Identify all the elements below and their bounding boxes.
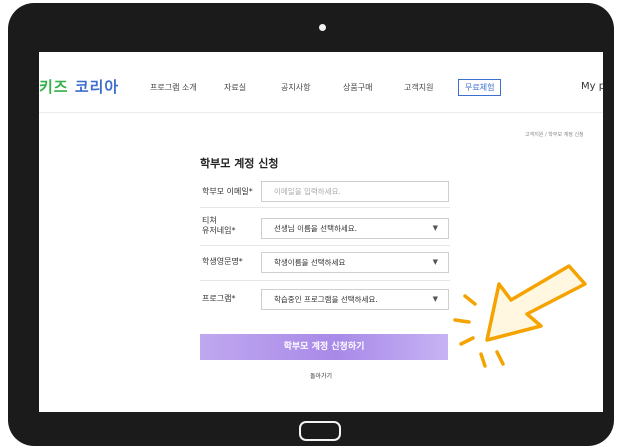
back-link[interactable]: 돌아가기: [310, 371, 332, 380]
teacher-label-line1: 티쳐: [202, 216, 217, 225]
nav-item-support[interactable]: 고객지원: [404, 82, 433, 93]
page-title: 학부모 계정 신청: [200, 157, 279, 170]
nav-item-program[interactable]: 프로그램 소개: [150, 82, 197, 93]
home-button[interactable]: [299, 421, 341, 441]
teacher-select-value: 선생님 이름을 선택하세요.: [274, 224, 358, 233]
program-select-value: 학습중인 프로그램을 선택하세요.: [274, 295, 378, 304]
row-divider: [200, 245, 450, 246]
email-label: 학부모 이메일*: [202, 187, 253, 196]
chevron-down-icon: ▼: [432, 295, 438, 303]
program-select[interactable]: 학습중인 프로그램을 선택하세요. ▼: [261, 289, 449, 310]
nav-free-trial-button[interactable]: 무료체험: [458, 79, 502, 96]
student-label: 학생영문명*: [202, 257, 243, 266]
screen: 키즈 코리아 프로그램 소개 자료실 공지사항 상품구매 고객지원 무료체험 M…: [39, 52, 603, 412]
nav-item-library[interactable]: 자료실: [224, 82, 246, 93]
breadcrumb: 고객지원 / 학부모 계정 신청: [525, 132, 584, 138]
cursor-arrow-icon: [453, 264, 587, 368]
tablet-frame: 키즈 코리아 프로그램 소개 자료실 공지사항 상품구매 고객지원 무료체험 M…: [8, 3, 614, 446]
email-field[interactable]: [261, 181, 449, 202]
nav-item-notice[interactable]: 공지사항: [281, 82, 310, 93]
teacher-label-line2: 유저네임*: [202, 226, 236, 235]
teacher-select[interactable]: 선생님 이름을 선택하세요. ▼: [261, 218, 449, 239]
top-nav: 키즈 코리아 프로그램 소개 자료실 공지사항 상품구매 고객지원 무료체험 M…: [39, 52, 603, 113]
camera-icon: [319, 24, 326, 31]
logo-part-kids: 키즈: [39, 78, 69, 96]
row-divider: [200, 280, 450, 281]
logo-part-korea: 코리아: [68, 78, 120, 96]
student-select[interactable]: 학생이름을 선택하세요 ▼: [261, 252, 449, 273]
nav-item-shop[interactable]: 상품구매: [343, 82, 372, 93]
logo[interactable]: 키즈 코리아: [39, 76, 119, 97]
submit-button[interactable]: 학부모 계정 신청하기: [200, 334, 448, 360]
chevron-down-icon: ▼: [432, 224, 438, 232]
nav-mypage-link[interactable]: My pa: [581, 81, 603, 92]
row-divider: [200, 207, 450, 208]
student-select-value: 학생이름을 선택하세요: [274, 258, 346, 267]
chevron-down-icon: ▼: [432, 258, 438, 266]
program-label: 프로그램*: [202, 294, 236, 303]
